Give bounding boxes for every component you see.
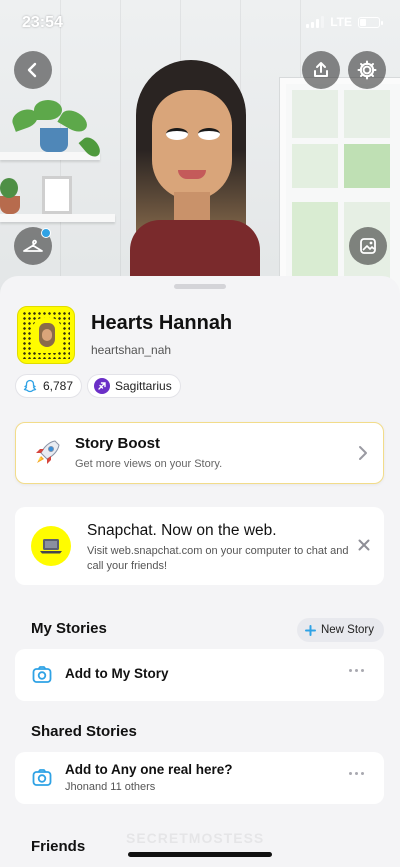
camera-icon <box>32 769 52 786</box>
battery-icon <box>358 16 383 28</box>
story-boost-title: Story Boost <box>75 435 161 452</box>
my-stories-heading: My Stories <box>31 620 107 637</box>
ghost-icon <box>32 317 62 353</box>
web-promo-card[interactable]: Snapchat. Now on the web. Visit web.snap… <box>15 507 384 585</box>
snapcode[interactable] <box>17 306 75 364</box>
shared-story-row[interactable]: Add to Any one real here? Jhonand 11 oth… <box>15 752 384 804</box>
score-icon <box>22 378 38 394</box>
profile-sheet: Hearts Hannah heartshan_nah 6,787 Sagitt… <box>0 276 400 867</box>
network-type: LTE <box>330 15 352 29</box>
share-button[interactable] <box>302 51 340 89</box>
web-promo-body: Visit web.snapchat.com on your computer … <box>87 545 349 572</box>
zodiac-pill[interactable]: Sagittarius <box>87 374 181 398</box>
home-indicator <box>128 852 272 857</box>
sagittarius-icon <box>94 378 110 394</box>
upload-icon <box>314 62 328 77</box>
status-time: 23:54 <box>22 14 63 31</box>
story-boost-card[interactable]: Story Boost Get more views on your Story… <box>15 422 384 484</box>
username: heartshan_nah <box>91 343 172 357</box>
window <box>280 78 400 298</box>
bitmoji-avatar <box>130 60 270 300</box>
image-icon <box>360 238 376 254</box>
new-story-button[interactable]: New Story <box>296 618 384 642</box>
status-bar: 23:54 LTE <box>0 0 400 46</box>
friends-heading: Friends <box>31 838 86 855</box>
notification-dot <box>41 228 51 238</box>
more-options-icon[interactable] <box>349 669 364 672</box>
rocket-icon <box>31 437 63 474</box>
plus-icon <box>304 624 316 636</box>
more-options-icon[interactable] <box>349 772 364 775</box>
hanger-icon <box>23 239 43 252</box>
gear-icon <box>357 60 377 80</box>
zodiac-label: Sagittarius <box>115 379 172 393</box>
close-icon[interactable] <box>358 539 370 551</box>
display-name: Hearts Hannah <box>91 312 233 334</box>
shared-story-title: Add to Any one real here? <box>65 762 233 777</box>
watermark: SECRETMOSTESS <box>126 830 265 846</box>
chevron-right-icon <box>359 446 367 460</box>
signal-icon <box>306 16 325 28</box>
sheet-grabber[interactable] <box>174 284 226 289</box>
snap-score: 6,787 <box>43 379 74 393</box>
change-background-button[interactable] <box>349 227 387 265</box>
plant-pot <box>40 128 68 152</box>
add-to-my-story-label: Add to My Story <box>65 666 169 681</box>
shelf <box>0 152 100 160</box>
camera-icon <box>32 666 52 683</box>
back-button[interactable] <box>14 51 52 89</box>
web-promo-title: Snapchat. Now on the web. <box>87 522 277 539</box>
chevron-left-icon <box>27 62 37 78</box>
snap-score-pill[interactable]: 6,787 <box>15 374 83 398</box>
settings-button[interactable] <box>348 51 386 89</box>
closet-button[interactable] <box>14 227 52 265</box>
shared-stories-heading: Shared Stories <box>31 723 137 740</box>
story-boost-subtitle: Get more views on your Story. <box>75 458 223 470</box>
picture-frame <box>42 176 72 214</box>
laptop-icon <box>31 526 71 566</box>
add-to-my-story-row[interactable]: Add to My Story <box>15 649 384 701</box>
shared-story-subtitle: Jhonand 11 others <box>65 781 156 793</box>
shelf <box>0 214 115 222</box>
new-story-label: New Story <box>320 624 374 636</box>
